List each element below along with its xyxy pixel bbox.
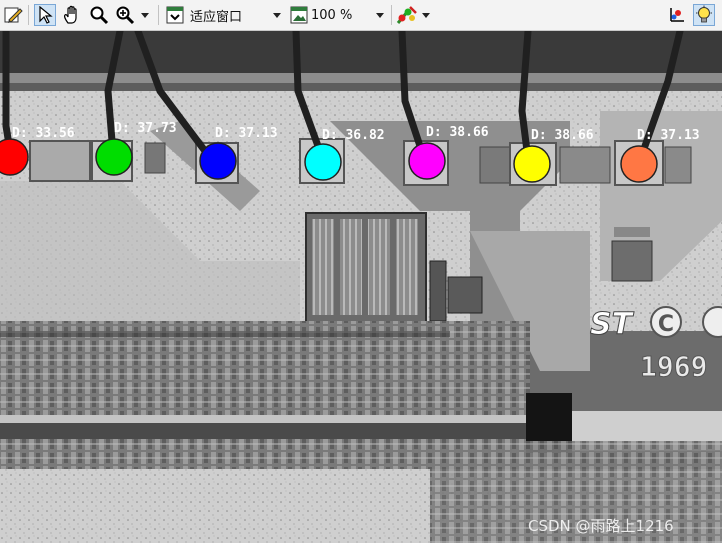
toolbar: 适应窗口 100 % xyxy=(0,0,722,31)
measurement-marker[interactable] xyxy=(513,145,551,183)
measurement-label: D: 37.13 xyxy=(215,126,278,141)
image-viewport[interactable]: ST C 1969 D: 33.56 D: 37.73 D: 37.13 D: 36.… xyxy=(0,31,722,543)
lightbulb-button[interactable] xyxy=(693,4,715,26)
c-mark-text: C xyxy=(658,312,674,337)
measurement-marker[interactable] xyxy=(408,142,446,180)
measurement-marker[interactable] xyxy=(0,138,29,176)
measurement-label: D: 38.66 xyxy=(426,125,489,140)
pan-tool-button[interactable] xyxy=(61,4,83,26)
measurement-marker[interactable] xyxy=(620,145,658,183)
chevron-down-icon[interactable] xyxy=(141,12,149,18)
measurement-marker[interactable] xyxy=(304,143,342,181)
coordinate-axes-icon xyxy=(665,4,687,26)
magnifier-button[interactable] xyxy=(88,4,110,26)
fit-window-icon xyxy=(164,4,186,26)
measurement-marker[interactable] xyxy=(199,142,237,180)
chevron-down-icon[interactable] xyxy=(273,13,281,18)
st-logo-text: ST xyxy=(590,307,635,342)
color-tool-icon xyxy=(396,4,418,26)
edit-icon xyxy=(2,4,24,26)
fit-mode-select[interactable]: 适应窗口 xyxy=(190,6,285,25)
toolbar-separator xyxy=(158,5,159,25)
magnifier-icon xyxy=(88,4,110,26)
chip-micrograph: ST C 1969 D: 33.56 D: 37.73 D: 37.13 D: 36.… xyxy=(0,31,722,543)
fit-window-button[interactable] xyxy=(164,4,186,26)
lightbulb-icon xyxy=(693,4,715,26)
fit-mode-value: 适应窗口 xyxy=(190,9,243,25)
year-text: 1969 xyxy=(640,350,707,383)
color-tool-button[interactable] xyxy=(396,4,430,26)
measurement-label: D: 37.73 xyxy=(114,121,177,136)
coordinate-axes-button[interactable] xyxy=(665,4,687,26)
measurement-label: D: 33.56 xyxy=(12,126,75,141)
watermark-text: CSDN @雨路上1216 xyxy=(528,517,674,535)
measurement-label: D: 37.13 xyxy=(637,128,700,143)
measurement-marker[interactable] xyxy=(95,138,133,176)
zoom-select[interactable]: 100 % xyxy=(311,6,386,24)
hand-pan-icon xyxy=(61,4,83,26)
pointer-icon xyxy=(34,4,56,26)
toolbar-separator xyxy=(28,5,29,25)
zoom-in-icon xyxy=(114,4,136,26)
zoom-in-button[interactable] xyxy=(114,4,149,26)
pointer-tool-button[interactable] xyxy=(34,4,56,26)
zoom-image-icon xyxy=(288,4,310,26)
edit-button[interactable] xyxy=(2,4,24,26)
toolbar-separator xyxy=(391,5,392,25)
zoom-image-button[interactable] xyxy=(288,4,310,26)
zoom-value: 100 % xyxy=(311,7,353,23)
measurement-label: D: 36.82 xyxy=(322,128,385,143)
measurement-label: D: 38.66 xyxy=(531,128,594,143)
chevron-down-icon[interactable] xyxy=(376,13,384,18)
chevron-down-icon[interactable] xyxy=(422,12,430,18)
